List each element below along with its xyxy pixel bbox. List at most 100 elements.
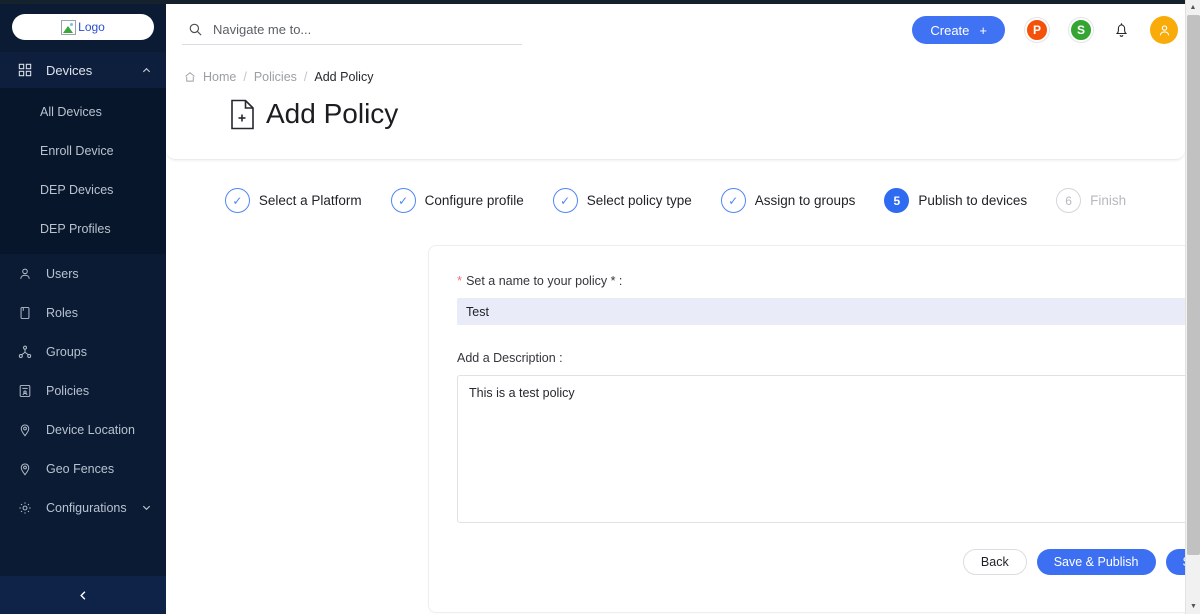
top-bar: Navigate me to... Create + P S bbox=[166, 0, 1200, 56]
location-pin-icon bbox=[18, 423, 34, 437]
policy-description-textarea[interactable] bbox=[457, 375, 1200, 523]
breadcrumb: Home / Policies / Add Policy bbox=[184, 70, 1185, 84]
chevron-up-icon[interactable] bbox=[141, 65, 152, 76]
sidebar-item-policies[interactable]: Policies bbox=[0, 371, 166, 410]
sidebar-item-users[interactable]: Users bbox=[0, 254, 166, 293]
sidebar-group-devices-label: Devices bbox=[46, 63, 141, 78]
sidebar-item-label: Users bbox=[46, 267, 152, 281]
badge-s[interactable]: S bbox=[1069, 18, 1093, 42]
document-add-icon bbox=[229, 99, 256, 130]
page-title: Add Policy bbox=[266, 98, 398, 130]
step-publish-to-devices[interactable]: 5 Publish to devices bbox=[884, 188, 1027, 213]
policy-name-label: * Set a name to your policy * : bbox=[457, 274, 1200, 288]
sidebar-item-label: Groups bbox=[46, 345, 152, 359]
sidebar-item-roles[interactable]: Roles bbox=[0, 293, 166, 332]
main-content: Navigate me to... Create + P S bbox=[166, 0, 1200, 614]
step-bullet: ✓ bbox=[225, 188, 250, 213]
step-label: Publish to devices bbox=[918, 193, 1027, 208]
top-bar-actions: Create + P S bbox=[912, 16, 1182, 44]
step-bullet: 6 bbox=[1056, 188, 1081, 213]
sidebar-subnav: All Devices Enroll Device DEP Devices DE… bbox=[0, 88, 166, 254]
sidebar-item-dep-profiles[interactable]: DEP Profiles bbox=[0, 209, 166, 248]
step-bullet: ✓ bbox=[553, 188, 578, 213]
card-icon bbox=[18, 306, 34, 320]
step-label: Configure profile bbox=[425, 193, 524, 208]
step-label: Select policy type bbox=[587, 193, 692, 208]
sidebar-item-label: Device Location bbox=[46, 423, 152, 437]
policy-form-card: * Set a name to your policy * : Add a De… bbox=[428, 245, 1200, 613]
breadcrumb-separator: / bbox=[304, 70, 307, 84]
policy-description-label-text: Add a Description : bbox=[457, 351, 563, 365]
chevron-left-icon bbox=[77, 589, 90, 602]
sidebar-item-label: All Devices bbox=[40, 105, 102, 119]
sidebar-item-device-location[interactable]: Device Location bbox=[0, 410, 166, 449]
policy-name-input[interactable] bbox=[457, 298, 1200, 325]
sidebar-item-groups[interactable]: Groups bbox=[0, 332, 166, 371]
step-label: Select a Platform bbox=[259, 193, 362, 208]
back-button[interactable]: Back bbox=[963, 549, 1027, 575]
chevron-down-icon[interactable] bbox=[141, 502, 152, 513]
user-avatar-icon bbox=[1157, 23, 1172, 38]
badge-p-letter: P bbox=[1033, 23, 1041, 37]
sidebar-item-geo-fences[interactable]: Geo Fences bbox=[0, 449, 166, 488]
badge-p[interactable]: P bbox=[1025, 18, 1049, 42]
form-actions: Back Save & Publish Save bbox=[457, 549, 1200, 575]
step-select-policy-type[interactable]: ✓ Select policy type bbox=[553, 188, 692, 213]
step-label: Assign to groups bbox=[755, 193, 856, 208]
page-scrollbar[interactable]: ▲ ▼ bbox=[1185, 0, 1200, 614]
scrollbar-up-arrow[interactable]: ▲ bbox=[1186, 0, 1200, 15]
broken-image-icon bbox=[61, 20, 76, 35]
search-icon bbox=[188, 22, 203, 37]
gear-icon bbox=[18, 501, 34, 515]
application-root: Logo Devices All Devices Enroll Device bbox=[0, 0, 1200, 614]
save-and-publish-button[interactable]: Save & Publish bbox=[1037, 549, 1156, 575]
page-title-row: Add Policy bbox=[184, 98, 1185, 130]
scrollbar-down-arrow[interactable]: ▼ bbox=[1186, 599, 1200, 614]
step-bullet: ✓ bbox=[391, 188, 416, 213]
logo[interactable]: Logo bbox=[12, 14, 154, 40]
breadcrumb-item-policies[interactable]: Policies bbox=[254, 70, 297, 84]
create-button[interactable]: Create + bbox=[912, 16, 1005, 44]
breadcrumb-item-add-policy: Add Policy bbox=[314, 70, 373, 84]
step-select-a-platform[interactable]: ✓ Select a Platform bbox=[225, 188, 362, 213]
step-finish: 6 Finish bbox=[1056, 188, 1126, 213]
step-label: Finish bbox=[1090, 193, 1126, 208]
sidebar-item-label: Roles bbox=[46, 306, 152, 320]
policy-icon bbox=[18, 384, 34, 398]
step-configure-profile[interactable]: ✓ Configure profile bbox=[391, 188, 524, 213]
required-marker: * bbox=[457, 274, 462, 287]
scrollbar-thumb[interactable] bbox=[1187, 15, 1200, 555]
policy-name-label-text: Set a name to your policy * : bbox=[466, 274, 622, 288]
sidebar-item-dep-devices[interactable]: DEP Devices bbox=[0, 170, 166, 209]
step-assign-to-groups[interactable]: ✓ Assign to groups bbox=[721, 188, 856, 213]
sidebar-item-all-devices[interactable]: All Devices bbox=[0, 92, 166, 131]
location-pin-icon bbox=[18, 462, 34, 476]
breadcrumb-item-home[interactable]: Home bbox=[203, 70, 236, 84]
avatar[interactable] bbox=[1150, 16, 1178, 44]
step-bullet: 5 bbox=[884, 188, 909, 213]
breadcrumb-separator: / bbox=[243, 70, 246, 84]
search-placeholder: Navigate me to... bbox=[213, 22, 311, 37]
badge-s-letter: S bbox=[1077, 23, 1085, 37]
sidebar-item-label: Configurations bbox=[46, 501, 141, 515]
groups-icon bbox=[18, 345, 34, 359]
sidebar-item-label: DEP Devices bbox=[40, 183, 113, 197]
plus-icon: + bbox=[979, 23, 987, 38]
page-header: Home / Policies / Add Policy Add Policy bbox=[166, 56, 1185, 160]
user-icon bbox=[18, 267, 34, 281]
sidebar-item-label: DEP Profiles bbox=[40, 222, 111, 236]
bell-icon[interactable] bbox=[1113, 21, 1130, 39]
search-input[interactable]: Navigate me to... bbox=[182, 22, 522, 45]
create-button-label: Create bbox=[930, 23, 969, 38]
logo-alt-text: Logo bbox=[78, 20, 105, 34]
sidebar-item-label: Policies bbox=[46, 384, 152, 398]
sidebar-item-configurations[interactable]: Configurations bbox=[0, 488, 166, 527]
wizard-stepper: ✓ Select a Platform ✓ Configure profile … bbox=[166, 160, 1185, 213]
grid-icon bbox=[18, 63, 34, 77]
sidebar-item-enroll-device[interactable]: Enroll Device bbox=[0, 131, 166, 170]
home-icon[interactable] bbox=[184, 71, 196, 83]
sidebar-collapse-button[interactable] bbox=[0, 576, 166, 614]
sidebar-group-devices[interactable]: Devices bbox=[0, 52, 166, 88]
sidebar-item-label: Geo Fences bbox=[46, 462, 152, 476]
policy-description-label: Add a Description : bbox=[457, 351, 1200, 365]
